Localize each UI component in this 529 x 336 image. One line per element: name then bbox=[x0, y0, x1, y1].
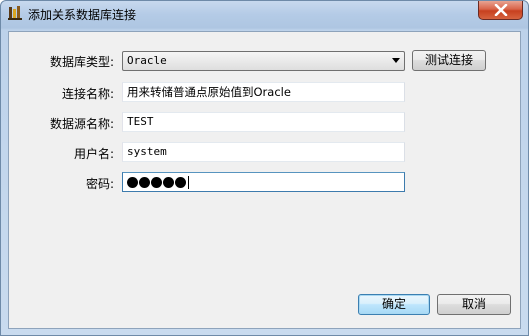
db-type-value: Oracle bbox=[127, 54, 167, 67]
ok-button[interactable]: 确定 bbox=[358, 294, 430, 315]
username-label: 用户名: bbox=[73, 147, 114, 161]
test-connection-button[interactable]: 测试连接 bbox=[412, 50, 486, 71]
password-dot bbox=[175, 177, 186, 188]
window-title: 添加关系数据库连接 bbox=[28, 8, 137, 22]
close-icon bbox=[494, 4, 508, 16]
username-input[interactable]: system bbox=[122, 142, 405, 162]
text-caret bbox=[188, 176, 189, 189]
title-bar[interactable]: 添加关系数据库连接 bbox=[1, 1, 528, 28]
password-dot bbox=[163, 177, 174, 188]
password-input[interactable] bbox=[122, 172, 405, 192]
datasource-name-input[interactable]: TEST bbox=[122, 112, 405, 132]
database-app-icon bbox=[7, 5, 23, 21]
db-type-select[interactable]: Oracle bbox=[122, 51, 405, 71]
password-label: 密码: bbox=[85, 177, 114, 191]
chevron-down-icon bbox=[392, 58, 400, 63]
db-type-label: 数据库类型: bbox=[49, 55, 114, 69]
password-dot bbox=[127, 177, 138, 188]
cancel-button[interactable]: 取消 bbox=[437, 294, 511, 315]
dialog-content: 数据库类型: Oracle 测试连接 连接名称: 用来转储普通点原始值到Orac… bbox=[8, 31, 521, 329]
password-mask bbox=[127, 177, 186, 188]
password-dot bbox=[139, 177, 150, 188]
dialog-window: 添加关系数据库连接 数据库类型: Oracle 测试连接 连接名称: 用来转储普… bbox=[0, 0, 529, 336]
close-button[interactable] bbox=[478, 1, 523, 20]
datasource-name-label: 数据源名称: bbox=[49, 117, 114, 131]
password-dot bbox=[151, 177, 162, 188]
connection-name-label: 连接名称: bbox=[61, 87, 114, 101]
connection-name-input[interactable]: 用来转储普通点原始值到Oracle bbox=[122, 82, 405, 102]
